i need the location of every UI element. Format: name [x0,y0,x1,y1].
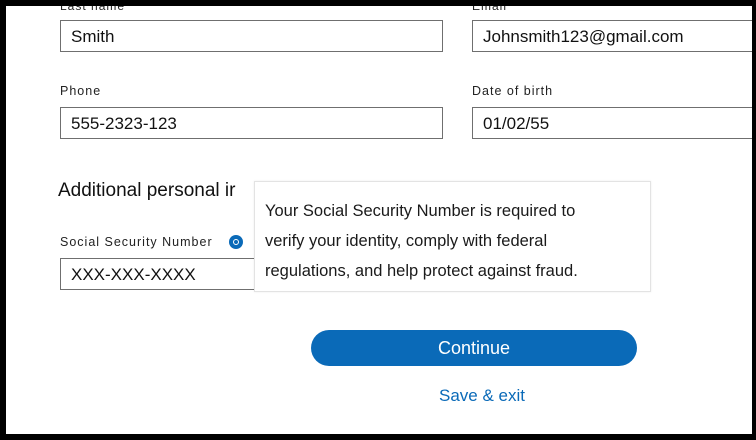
dob-field[interactable]: 01/02/55 [472,107,752,139]
continue-button[interactable]: Continue [311,330,637,366]
ssn-tooltip: Your Social Security Number is required … [254,181,651,292]
ssn-label: Social Security Number [60,235,213,249]
email-label: Email [472,0,508,13]
ssn-field[interactable]: XXX-XXX-XXXX [60,258,280,290]
save-and-exit-link[interactable]: Save & exit [311,386,653,406]
last-name-label: Last name [60,0,126,13]
info-icon[interactable] [229,235,243,249]
email-field[interactable]: Johnsmith123@gmail.com [472,20,752,52]
last-name-field[interactable]: Smith [60,20,443,52]
phone-field[interactable]: 555-2323-123 [60,107,443,139]
tooltip-line-3: regulations, and help protect against fr… [265,262,578,280]
tooltip-line-2: verify your identity, comply with federa… [265,232,548,250]
form-frame: Last name Email Smith Johnsmith123@gmail… [0,0,756,440]
phone-label: Phone [60,84,102,98]
section-heading: Additional personal ir [58,180,236,201]
tooltip-line-1: Your Social Security Number is required … [265,202,576,220]
dob-label: Date of birth [472,84,554,98]
